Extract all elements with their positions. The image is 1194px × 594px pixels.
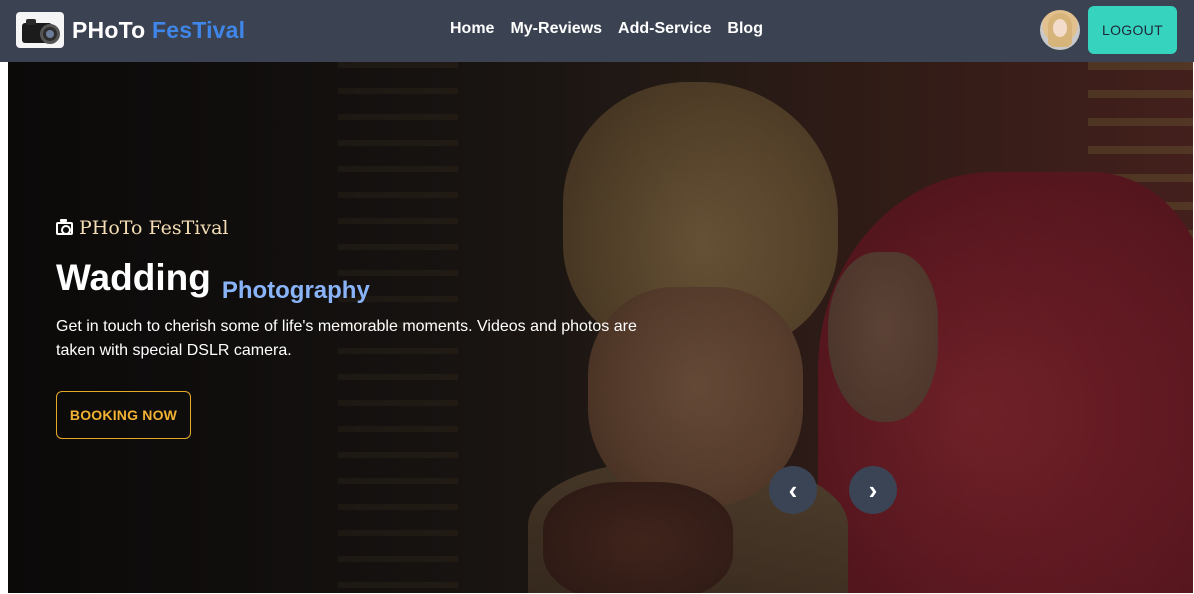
carousel-next-button[interactable]: › [849, 466, 897, 514]
hero-description: Get in touch to cherish some of life's m… [56, 318, 637, 359]
chevron-left-icon: ‹ [788, 475, 798, 505]
chevron-right-icon: › [868, 475, 878, 505]
nav-link-home[interactable]: Home [450, 20, 494, 38]
nav-link-blog[interactable]: Blog [727, 20, 763, 38]
nav-links: Home My-Reviews Add-Service Blog [450, 20, 763, 38]
brand-main: PHoTo [72, 16, 146, 43]
navbar: PHoTo FesTival Home My-Reviews Add-Servi… [0, 0, 1194, 62]
brand-logo[interactable]: PHoTo FesTival [16, 12, 245, 48]
brand-name: PHoTo FesTival [72, 17, 245, 44]
carousel-prev-button[interactable]: ‹ [769, 466, 817, 514]
user-avatar[interactable] [1040, 10, 1080, 50]
camera-logo-icon [16, 12, 64, 48]
booking-now-button[interactable]: BOOKING NOW [56, 391, 191, 439]
hero-subtitle-text: PHoTo FesTival [79, 217, 229, 239]
hero-title-sub: Photography [221, 277, 370, 304]
hero-title-main: Wadding [56, 257, 211, 298]
logout-button[interactable]: LOGOUT [1088, 6, 1177, 54]
hero-title: Wadding Photography [56, 257, 370, 304]
nav-link-add-service[interactable]: Add-Service [618, 20, 711, 38]
camera-icon [56, 218, 73, 235]
hero-carousel: PHoTo FesTival Wadding Photography Get i… [8, 62, 1193, 593]
hero-subtitle: PHoTo FesTival [56, 217, 229, 239]
brand-accent: FesTival [152, 16, 246, 43]
nav-link-my-reviews[interactable]: My-Reviews [510, 20, 602, 38]
